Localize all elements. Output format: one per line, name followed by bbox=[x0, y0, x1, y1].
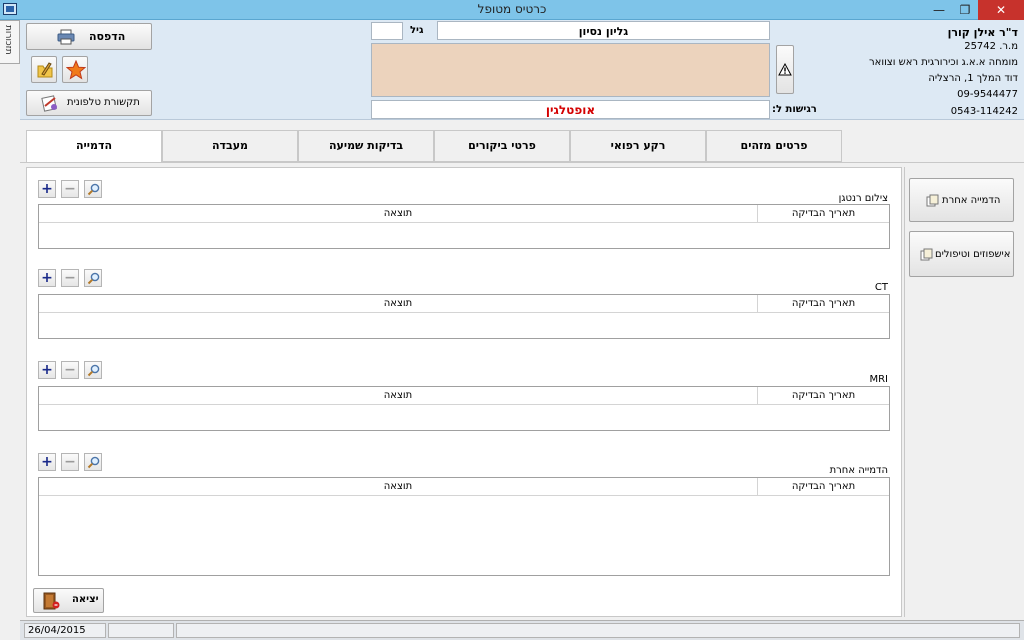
sensitivity-field[interactable]: אופטלגין bbox=[371, 100, 770, 119]
print-button[interactable]: הדפסה bbox=[26, 23, 152, 50]
minimize-button[interactable]: — bbox=[926, 0, 952, 20]
other-imaging-section-title: הדמייה אחרת bbox=[829, 465, 888, 476]
status-cell-3 bbox=[176, 623, 1020, 638]
ct-add-button[interactable]: + bbox=[38, 269, 56, 287]
doctor-specialty: מומחה א.א.ג וכירורגית ראש וצוואר bbox=[869, 57, 1018, 68]
sensitivity-value: אופטלגין bbox=[545, 103, 596, 117]
tab-identifying-details[interactable]: פרטים מזהים bbox=[706, 130, 842, 162]
other-imaging-nav-label: הדמייה אחרת bbox=[942, 195, 1001, 206]
star-icon bbox=[66, 60, 86, 80]
column-header-result[interactable]: תוצאה bbox=[39, 478, 757, 495]
status-bar: 26/04/2015 bbox=[20, 620, 1024, 640]
ct-section-title: CT bbox=[874, 282, 888, 293]
tab-visit-details[interactable]: פרטי ביקורים bbox=[434, 130, 570, 162]
tab-lab[interactable]: מעבדה bbox=[162, 130, 298, 162]
xray-table-header: תאריך הבדיקה תוצאה bbox=[39, 205, 889, 223]
other-imaging-table[interactable]: תאריך הבדיקה תוצאה bbox=[38, 477, 890, 576]
folder-pencil-icon bbox=[37, 62, 53, 78]
column-header-result[interactable]: תוצאה bbox=[39, 387, 757, 404]
tab-imaging[interactable]: הדמייה bbox=[26, 130, 162, 163]
doctor-phone-1: 09-9544477 bbox=[957, 89, 1018, 100]
exit-button-label: יציאה bbox=[72, 594, 99, 605]
column-header-date[interactable]: תאריך הבדיקה bbox=[757, 478, 889, 495]
doctor-phone-2: 0543-114242 bbox=[950, 106, 1018, 117]
phone-communication-label: תקשורת טלפונית bbox=[67, 97, 140, 108]
mri-view-button[interactable] bbox=[84, 361, 102, 379]
reminders-side-tab-label: תזכורות bbox=[3, 25, 13, 55]
xray-view-button[interactable] bbox=[84, 180, 102, 198]
exit-door-icon bbox=[43, 592, 60, 610]
patient-name-field[interactable]: גליון נסיון bbox=[437, 21, 770, 40]
magnifier-icon bbox=[87, 456, 100, 469]
tab-hearing-tests[interactable]: בדיקות שמיעה bbox=[298, 130, 434, 162]
title-bar: כרטיס מטופל — ❐ ✕ bbox=[0, 0, 1024, 20]
exit-button[interactable]: יציאה bbox=[33, 588, 104, 613]
magnifier-icon bbox=[87, 364, 100, 377]
xray-table[interactable]: תאריך הבדיקה תוצאה bbox=[38, 204, 890, 249]
column-header-date[interactable]: תאריך הבדיקה bbox=[757, 295, 889, 312]
phone-communication-button[interactable]: תקשורת טלפונית bbox=[26, 90, 152, 116]
tab-bar: הדמייה מעבדה בדיקות שמיעה פרטי ביקורים ר… bbox=[26, 130, 842, 163]
other-imaging-nav-button[interactable]: הדמייה אחרת bbox=[909, 178, 1014, 222]
column-header-date[interactable]: תאריך הבדיקה bbox=[757, 205, 889, 222]
print-button-label: הדפסה bbox=[89, 30, 126, 43]
tab-divider bbox=[20, 162, 1024, 163]
sensitivity-label: רגישות ל: bbox=[772, 104, 817, 115]
patient-note-area[interactable] bbox=[371, 43, 770, 97]
status-cell-2 bbox=[108, 623, 174, 638]
phone-note-icon bbox=[41, 95, 57, 112]
other-imaging-view-button[interactable] bbox=[84, 453, 102, 471]
mri-section-title: MRI bbox=[869, 374, 888, 385]
window-title: כרטיס מטופל bbox=[477, 2, 547, 16]
doctor-license: מ.ר. 25742 bbox=[964, 41, 1018, 52]
ct-view-button[interactable] bbox=[84, 269, 102, 287]
tab-medical-background[interactable]: רקע רפואי bbox=[570, 130, 706, 162]
ct-remove-button[interactable]: − bbox=[61, 269, 79, 287]
magnifier-icon bbox=[87, 183, 100, 196]
ct-table-header: תאריך הבדיקה תוצאה bbox=[39, 295, 889, 313]
xray-section-title: צילום רנטגן bbox=[838, 193, 888, 204]
warning-icon bbox=[778, 63, 792, 76]
mri-remove-button[interactable]: − bbox=[61, 361, 79, 379]
doctor-name: ד"ר אילן קורן bbox=[947, 26, 1018, 39]
imaging-panel: + − צילום רנטגן תאריך הבדיקה תוצאה + − C… bbox=[26, 167, 902, 617]
documents-icon bbox=[920, 248, 933, 261]
ct-table[interactable]: תאריך הבדיקה תוצאה bbox=[38, 294, 890, 339]
column-header-result[interactable]: תוצאה bbox=[39, 295, 757, 312]
alert-button[interactable] bbox=[776, 45, 794, 94]
mri-add-button[interactable]: + bbox=[38, 361, 56, 379]
restore-button[interactable]: ❐ bbox=[952, 0, 978, 20]
status-date: 26/04/2015 bbox=[24, 623, 106, 638]
hospitalizations-nav-button[interactable]: אישפוזים וטיפולים bbox=[909, 231, 1014, 277]
age-label: גיל bbox=[410, 25, 424, 36]
other-imaging-remove-button[interactable]: − bbox=[61, 453, 79, 471]
favorite-button[interactable] bbox=[62, 56, 88, 83]
column-header-date[interactable]: תאריך הבדיקה bbox=[757, 387, 889, 404]
doctor-address: דוד המלך 1, הרצליה bbox=[928, 73, 1018, 84]
age-field[interactable] bbox=[371, 22, 403, 40]
other-imaging-add-button[interactable]: + bbox=[38, 453, 56, 471]
magnifier-icon bbox=[87, 272, 100, 285]
other-imaging-table-header: תאריך הבדיקה תוצאה bbox=[39, 478, 889, 496]
mri-table-header: תאריך הבדיקה תוצאה bbox=[39, 387, 889, 405]
right-side-panel: הדמייה אחרת אישפוזים וטיפולים bbox=[904, 167, 1021, 617]
column-header-result[interactable]: תוצאה bbox=[39, 205, 757, 222]
xray-remove-button[interactable]: − bbox=[61, 180, 79, 198]
close-button[interactable]: ✕ bbox=[978, 0, 1024, 20]
xray-add-button[interactable]: + bbox=[38, 180, 56, 198]
patient-name: גליון נסיון bbox=[578, 25, 629, 38]
documents-icon bbox=[926, 194, 939, 207]
hospitalizations-nav-label: אישפוזים וטיפולים bbox=[935, 249, 1011, 260]
reminders-side-tab[interactable]: תזכורות bbox=[0, 20, 20, 64]
patient-header: הדפסה תקשורת טלפונית גיל גליון נסיון אופ… bbox=[20, 20, 1024, 120]
open-folder-button[interactable] bbox=[31, 56, 57, 83]
printer-icon bbox=[57, 29, 75, 45]
mri-table[interactable]: תאריך הבדיקה תוצאה bbox=[38, 386, 890, 431]
